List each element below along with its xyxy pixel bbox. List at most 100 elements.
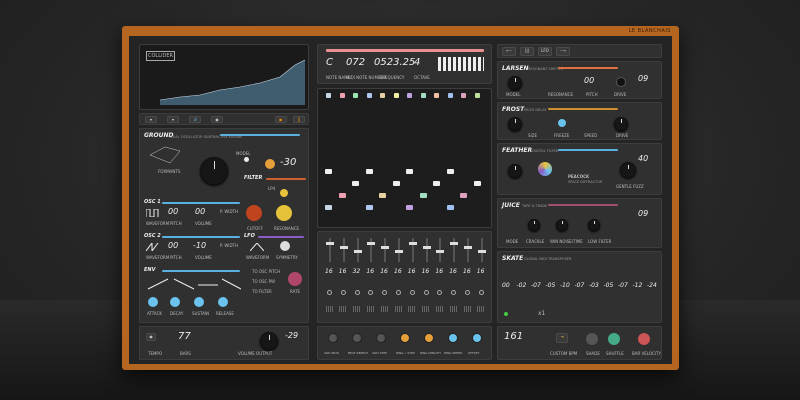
sequencer-step[interactable] [392, 181, 400, 186]
shade-knob[interactable] [586, 333, 598, 345]
channel-marker[interactable] [447, 93, 453, 98]
mode-button-3[interactable]: ↺ [189, 116, 201, 123]
nav-lfo-button[interactable]: LFO [538, 47, 552, 56]
fader-handle[interactable] [464, 246, 472, 249]
feather-cutoff-knob[interactable] [538, 162, 552, 176]
channel-mute-button[interactable] [423, 290, 429, 295]
transpose-step[interactable]: -05 [604, 282, 614, 289]
sequencer-step[interactable] [338, 193, 346, 198]
decay-knob[interactable] [170, 297, 180, 307]
channel-mute-button[interactable] [327, 290, 332, 295]
transpose-step[interactable]: -02 [517, 282, 527, 289]
fader-handle[interactable] [477, 250, 486, 253]
sequencer-step[interactable] [325, 169, 332, 174]
channel-length[interactable]: 16 [394, 268, 402, 275]
channel-marker[interactable] [380, 93, 385, 98]
juice-noise-knob[interactable] [556, 219, 568, 231]
channel-marker[interactable] [474, 93, 480, 98]
bpm-apply-button[interactable]: ⇥ [556, 333, 568, 343]
nav-back-button[interactable]: ⟵ [502, 47, 516, 56]
channel-mute-button[interactable] [354, 290, 360, 295]
transpose-step[interactable]: -03 [589, 282, 599, 289]
lfo-rate-knob[interactable] [288, 272, 302, 286]
channel-mute-button[interactable] [396, 290, 401, 295]
channel-marker[interactable] [326, 93, 331, 98]
channel-grid-button[interactable] [325, 306, 334, 312]
route-osc-pitch[interactable]: TO OSC PITCH [252, 269, 280, 274]
sequencer-step[interactable] [446, 169, 454, 174]
feather-resonance-knob[interactable] [620, 162, 636, 178]
action-button[interactable] [328, 333, 338, 343]
channel-grid-button[interactable] [463, 306, 472, 312]
action-button[interactable] [400, 333, 410, 343]
sequencer-step[interactable] [433, 181, 440, 186]
transpose-step[interactable]: -10 [560, 282, 570, 289]
channel-marker[interactable] [393, 93, 399, 98]
tempo-icon[interactable]: ◉ [146, 333, 156, 341]
frost-size-knob[interactable] [508, 117, 522, 131]
channel-grid-button[interactable] [422, 306, 431, 312]
channel-length[interactable]: 16 [339, 268, 347, 275]
juice-crackle-knob[interactable] [528, 219, 540, 231]
transpose-step[interactable]: -12 [633, 282, 643, 289]
channel-grid-button[interactable] [366, 306, 375, 312]
fader-handle[interactable] [353, 250, 362, 253]
channel-grid-button[interactable] [380, 306, 389, 312]
channel-mute-button[interactable] [340, 290, 346, 295]
channel-marker[interactable] [407, 93, 412, 98]
sequencer-step[interactable] [406, 169, 413, 174]
fader-handle[interactable] [381, 246, 390, 249]
pause-button[interactable]: ‖ [293, 116, 305, 123]
transpose-step[interactable]: 00 [502, 282, 510, 289]
channel-grid-button[interactable] [394, 306, 403, 312]
action-button[interactable] [472, 333, 482, 343]
channel-marker[interactable] [434, 93, 439, 98]
route-filter[interactable]: TO FILTER [252, 289, 272, 294]
channel-marker[interactable] [420, 93, 426, 98]
sustain-knob[interactable] [194, 297, 204, 307]
channel-length[interactable]: 16 [422, 268, 430, 275]
sequencer-step[interactable] [365, 205, 373, 210]
transpose-step[interactable]: -05 [546, 282, 556, 289]
channel-grid-button[interactable] [339, 306, 348, 312]
channel-grid-button[interactable] [435, 306, 444, 312]
channel-length[interactable]: 16 [477, 268, 485, 275]
nav-forward-button[interactable]: ⟶ [556, 47, 570, 56]
fader-handle[interactable] [450, 242, 459, 245]
channel-marker[interactable] [353, 93, 358, 98]
channel-length[interactable]: 16 [325, 268, 333, 275]
release-knob[interactable] [218, 297, 228, 307]
channel-marker[interactable] [461, 93, 466, 98]
route-osc-pw[interactable]: TO OSC PW [252, 279, 275, 284]
larsen-drive-knob[interactable] [616, 77, 626, 87]
channel-length[interactable]: 16 [435, 268, 443, 275]
frost-drive-knob[interactable] [614, 117, 628, 131]
channel-length[interactable]: 16 [449, 268, 457, 275]
fader-handle[interactable] [326, 242, 334, 245]
mode-button-1[interactable]: ▾ [145, 116, 157, 123]
action-button[interactable] [376, 333, 386, 343]
action-button[interactable] [424, 333, 434, 343]
channel-length[interactable]: 16 [380, 268, 388, 275]
model-knob[interactable] [200, 157, 228, 185]
shuffle-knob[interactable] [608, 333, 620, 345]
keyboard-strip[interactable] [438, 57, 484, 71]
fader-handle[interactable] [395, 250, 403, 253]
sequencer-step[interactable] [473, 181, 481, 186]
transpose-step[interactable]: -07 [575, 282, 585, 289]
channel-grid-button[interactable] [449, 306, 458, 312]
larsen-model-knob[interactable] [508, 76, 522, 90]
action-button[interactable] [352, 333, 362, 343]
channel-grid-button[interactable] [408, 306, 417, 312]
sequencer-step[interactable] [365, 169, 373, 174]
channel-grid-button[interactable] [353, 306, 362, 312]
fader-handle[interactable] [422, 246, 431, 249]
sequencer-step[interactable] [379, 193, 386, 198]
juice-filter-knob[interactable] [588, 219, 600, 231]
transpose-step[interactable]: -07 [531, 282, 541, 289]
channel-mute-button[interactable] [409, 290, 415, 295]
feather-model-knob[interactable] [508, 164, 522, 178]
mode-button-4[interactable]: ◉ [211, 116, 223, 123]
action-button[interactable] [448, 333, 458, 343]
fader-handle[interactable] [367, 242, 376, 245]
